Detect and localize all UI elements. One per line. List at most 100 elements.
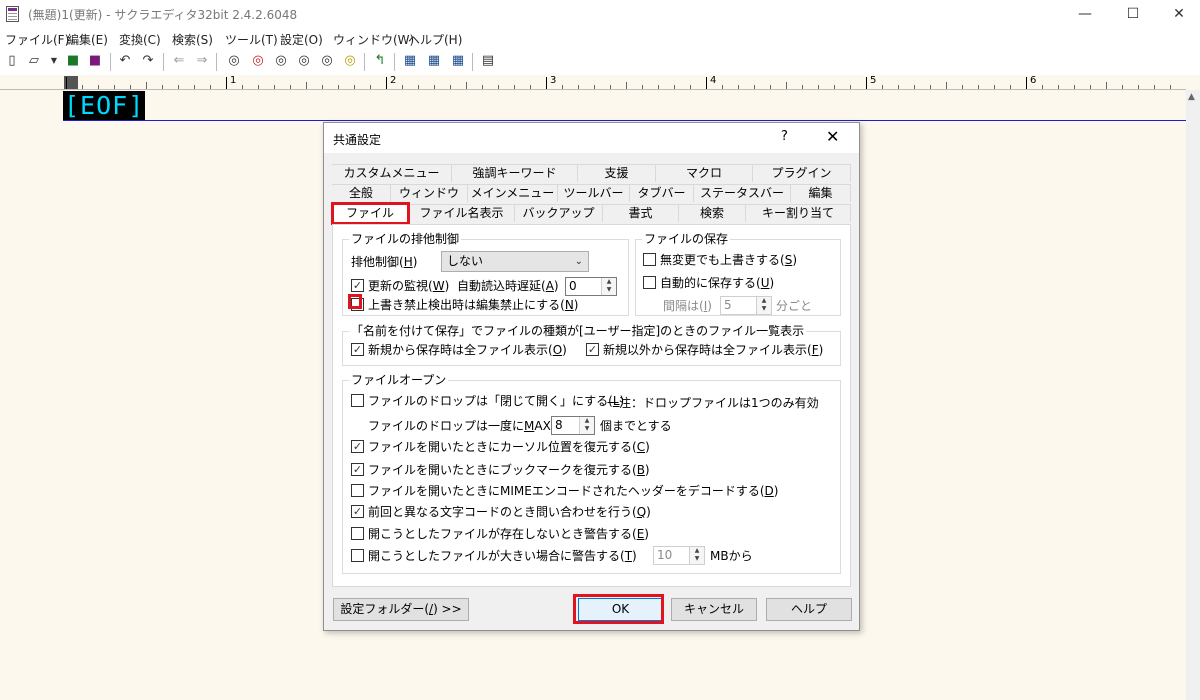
help-button[interactable]: ヘルプ xyxy=(766,598,852,621)
menu-convert[interactable]: 変換(C) xyxy=(119,31,161,48)
spinner-arrows-icon[interactable]: ▲ ▼ xyxy=(601,278,616,295)
ruler-tick xyxy=(146,82,147,89)
tab-edit[interactable]: 編集 xyxy=(791,184,851,202)
close-window-button[interactable]: ✕ xyxy=(1156,0,1200,28)
outline-icon[interactable]: ↰ xyxy=(372,53,388,69)
replace-icon[interactable]: ◎ xyxy=(296,53,312,69)
tab-backup[interactable]: バックアップ xyxy=(515,204,603,222)
ruler-tick xyxy=(242,85,243,89)
drop-close-open-checkbox[interactable] xyxy=(351,394,364,407)
ok-button[interactable]: OK xyxy=(578,598,663,621)
large-file-size-spinner[interactable]: 10 ▲ ▼ xyxy=(653,546,705,565)
tab-statusbar[interactable]: ステータスバー xyxy=(694,184,791,202)
tab-plugin[interactable]: プラグイン xyxy=(753,164,851,182)
spinner-arrows-icon[interactable]: ▲ ▼ xyxy=(579,417,594,434)
scroll-up-icon[interactable]: ▲ xyxy=(1188,92,1195,102)
warn-large-file-checkbox[interactable] xyxy=(351,549,364,562)
menu-help[interactable]: ヘルプ(H) xyxy=(408,31,462,48)
ruler-tick xyxy=(306,82,307,89)
ruler-tick xyxy=(706,77,707,89)
new-file-icon[interactable]: ▯ xyxy=(4,53,20,69)
restore-cursor-checkbox[interactable] xyxy=(351,440,364,453)
menu-settings[interactable]: 設定(O) xyxy=(280,31,323,48)
restore-bookmarks-checkbox[interactable] xyxy=(351,463,364,476)
ruler-tick xyxy=(1122,85,1123,89)
menu-window[interactable]: ウィンドウ(W) xyxy=(333,31,414,48)
undo-icon[interactable]: ↶ xyxy=(117,53,133,69)
menu-search[interactable]: 検索(S) xyxy=(172,31,213,48)
charset-query-checkbox[interactable] xyxy=(351,505,364,518)
tab-highlight-keywords[interactable]: 強調キーワード xyxy=(452,164,578,182)
tab-general[interactable]: 全般 xyxy=(332,184,391,202)
tab-key-assign[interactable]: キー割り当て xyxy=(746,204,851,222)
tab-file[interactable]: ファイル xyxy=(332,204,409,222)
tab-custom-menu[interactable]: カスタムメニュー xyxy=(332,164,452,182)
settings-type-icon[interactable]: ▦ xyxy=(426,53,442,69)
toolbar-separator xyxy=(364,53,365,71)
cancel-button[interactable]: キャンセル xyxy=(671,598,757,621)
autoload-delay-spinner[interactable]: 0 ▲ ▼ xyxy=(565,277,617,296)
overwrite-unchanged-checkbox[interactable] xyxy=(643,253,656,266)
watch-updates-label: 更新の監視(W) xyxy=(368,279,450,293)
ruler-tick xyxy=(482,85,483,89)
tab-macro[interactable]: マクロ xyxy=(656,164,753,182)
jump-back-icon[interactable]: ⇐ xyxy=(171,53,187,69)
autosave-interval-value: 5 xyxy=(724,298,732,312)
show-all-other-checkbox[interactable] xyxy=(586,343,599,356)
minimize-button[interactable]: — xyxy=(1062,0,1108,28)
tab-support[interactable]: 支援 xyxy=(578,164,656,182)
overwrite-protect-checkbox[interactable] xyxy=(351,298,364,311)
spinner-arrows-icon[interactable]: ▲ ▼ xyxy=(689,547,704,564)
vertical-scrollbar[interactable]: ▲ xyxy=(1186,90,1200,700)
save-icon[interactable]: ■ xyxy=(65,53,81,69)
group-save-as-listing: 「名前を付けて保存」でファイルの種類が[ユーザー指定]のときのファイル一覧表示 … xyxy=(342,324,841,366)
spinner-arrows-icon[interactable]: ▲ ▼ xyxy=(756,297,771,314)
overwrite-protect-label: 上書き禁止検出時は編集禁止にする(N) xyxy=(368,298,579,312)
dialog-help-button[interactable]: ? xyxy=(781,129,788,144)
search-next-icon[interactable]: ◎ xyxy=(273,53,289,69)
window-list-icon[interactable]: ▤ xyxy=(480,53,496,69)
jump-forward-icon[interactable]: ⇒ xyxy=(194,53,210,69)
warn-not-exist-checkbox[interactable] xyxy=(351,527,364,540)
highlight-icon[interactable]: ◎ xyxy=(342,53,358,69)
ruler-tick xyxy=(114,85,115,89)
redo-icon[interactable]: ↷ xyxy=(140,53,156,69)
menu-file[interactable]: ファイル(F) xyxy=(5,31,69,48)
show-all-new-checkbox[interactable] xyxy=(351,343,364,356)
settings-folder-button[interactable]: 設定フォルダー(/) >> xyxy=(333,598,469,621)
dialog-title: 共通設定 xyxy=(333,133,382,147)
search-icon[interactable]: ◎ xyxy=(226,53,242,69)
tab-file-name-display[interactable]: ファイル名表示 xyxy=(409,204,515,222)
ruler-tick xyxy=(946,82,947,89)
ruler-tick xyxy=(322,85,323,89)
autosave-checkbox[interactable] xyxy=(643,276,656,289)
warn-not-exist-label: 開こうとしたファイルが存在しないとき警告する(E) xyxy=(368,527,649,541)
dialog-close-button[interactable]: ✕ xyxy=(826,127,839,146)
group-save-label: ファイルの保存 xyxy=(642,232,731,246)
tab-format[interactable]: 書式 xyxy=(603,204,679,222)
drop-max-value: 8 xyxy=(555,418,563,432)
tab-search[interactable]: 検索 xyxy=(679,204,746,222)
watch-updates-checkbox[interactable] xyxy=(351,279,364,292)
tab-tabbar[interactable]: タブバー xyxy=(630,184,694,202)
tab-main-menu[interactable]: メインメニュー xyxy=(468,184,558,202)
ruler-tick xyxy=(338,85,339,89)
dropdown-arrow-icon[interactable]: ▼ xyxy=(46,53,62,69)
open-file-icon[interactable]: ▱ xyxy=(26,53,42,69)
search-prev-icon[interactable]: ◎ xyxy=(250,53,266,69)
autosave-interval-spinner[interactable]: 5 ▲ ▼ xyxy=(720,296,772,315)
grep-icon[interactable]: ◎ xyxy=(319,53,335,69)
save-all-icon[interactable]: ■ xyxy=(87,53,103,69)
menu-tools[interactable]: ツール(T) xyxy=(225,31,278,48)
tab-window[interactable]: ウィンドウ xyxy=(391,184,468,202)
maximize-button[interactable]: ☐ xyxy=(1110,0,1156,28)
decode-mime-checkbox[interactable] xyxy=(351,484,364,497)
tab-toolbar[interactable]: ツールバー xyxy=(558,184,630,202)
menu-edit[interactable]: 編集(E) xyxy=(67,31,108,48)
settings-common-icon[interactable]: ▦ xyxy=(402,53,418,69)
exclusive-mode-select[interactable]: しない ⌄ xyxy=(441,251,589,272)
ruler-number: 6 xyxy=(1030,75,1037,86)
ruler-tick xyxy=(882,85,883,89)
drop-max-spinner[interactable]: 8 ▲ ▼ xyxy=(551,416,595,435)
keyword-icon[interactable]: ▦ xyxy=(450,53,466,69)
